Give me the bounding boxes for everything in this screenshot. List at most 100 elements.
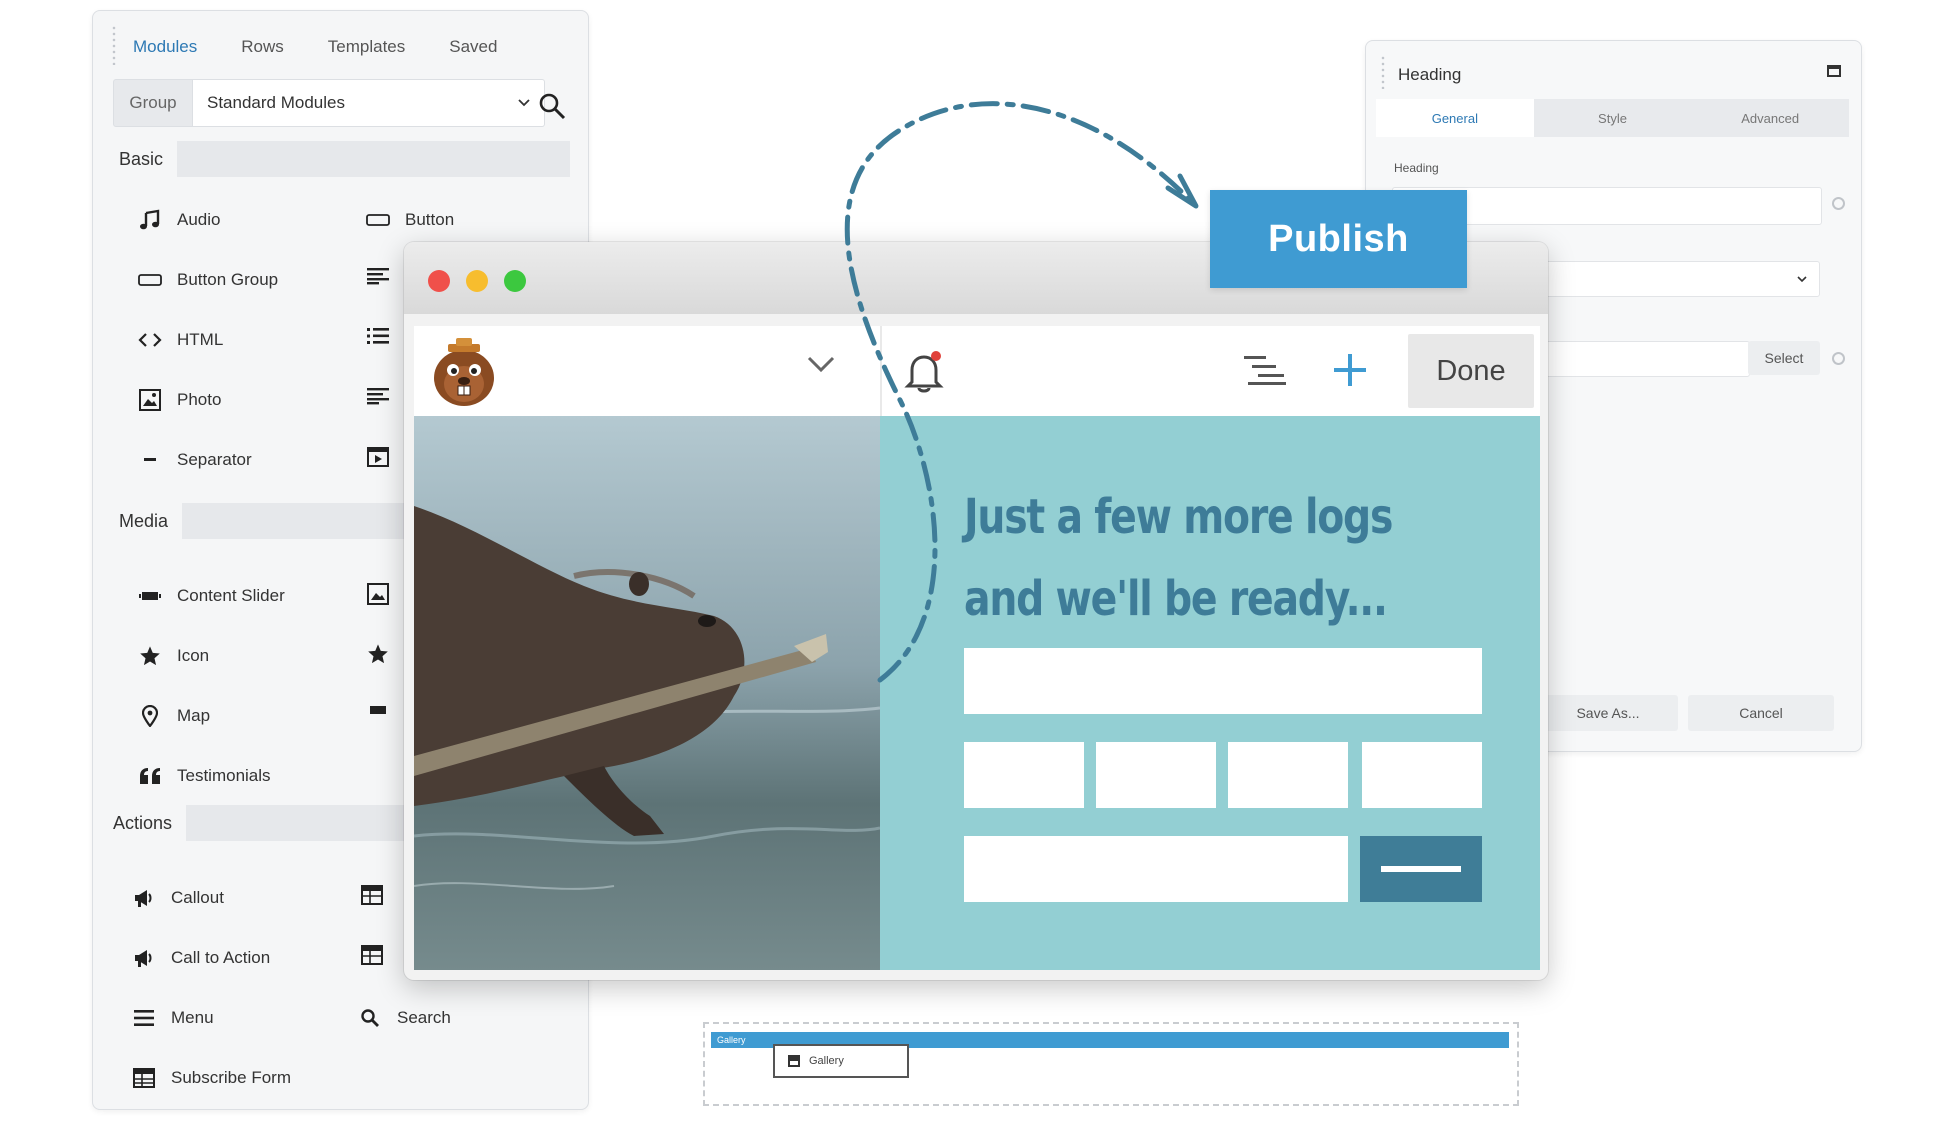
add-icon[interactable] [1332,352,1368,388]
gallery-icon [367,583,389,610]
module-label: Callout [171,888,224,907]
module-photo[interactable]: Photo [137,387,221,413]
section-basic[interactable]: Basic [105,141,570,177]
drag-handle[interactable] [1380,55,1386,89]
group-dropdown[interactable]: Standard Modules [193,79,545,127]
module-label: Menu [171,1008,214,1027]
search-icon [357,1005,383,1031]
module-label: Icon [177,646,210,665]
module-testimonials[interactable]: Testimonials [137,763,271,789]
module-separator[interactable]: Separator [137,447,252,473]
megaphone-icon [131,945,157,971]
headline-line-2: and we'll be ready... [964,571,1388,627]
minimize-icon[interactable] [1827,65,1841,77]
hamburger-icon [131,1005,157,1031]
headline-line-1: Just a few more logs [964,489,1393,545]
tab-saved[interactable]: Saved [449,37,497,57]
module-button[interactable]: Button [365,207,454,233]
quote-icon [137,763,163,789]
form-field-small[interactable] [1096,742,1216,808]
connection-dot-icon[interactable] [1832,197,1845,210]
submit-button[interactable] [1360,836,1482,902]
list-icon [367,327,389,350]
module-label: HTML [177,330,224,349]
gallery-item-label: Gallery [809,1055,844,1067]
module-label: Map [177,706,211,725]
signup-form-area: Just a few more logs and we'll be ready.… [880,416,1540,970]
group-label: Group [113,79,193,127]
beaver-logo-icon[interactable] [426,334,502,410]
tab-style[interactable]: Style [1533,99,1692,137]
module-html[interactable]: HTML [137,327,223,353]
publish-button[interactable]: Publish [1210,190,1467,288]
module-search[interactable]: Search [357,1005,451,1031]
table-icon [361,945,383,970]
module-label: Subscribe Form [171,1068,291,1087]
module-audio[interactable]: Audio [137,207,220,233]
text-lines-icon [367,267,389,290]
select-button[interactable]: Select [1748,341,1820,375]
module-icon[interactable]: Icon [137,643,209,669]
group-selector: Group Standard Modules [113,79,545,127]
form-field-small[interactable] [1362,742,1482,808]
module-label: Button Group [177,270,279,289]
video-icon [367,447,389,472]
megaphone-icon [131,885,157,911]
map-pin-icon [137,703,163,729]
table-icon [131,1065,157,1091]
close-icon[interactable] [428,270,450,292]
module-label: Button [405,210,455,229]
slider-icon [367,703,389,721]
section-basic-label: Basic [105,141,178,177]
bell-icon[interactable] [904,348,944,394]
chevron-down-icon [518,99,530,107]
module-label: Call to Action [171,948,271,967]
module-call-to-action[interactable]: Call to Action [131,945,270,971]
maximize-icon[interactable] [504,270,526,292]
connection-dot-icon[interactable] [1832,352,1845,365]
beaver-illustration [414,416,880,970]
photo-icon [137,387,163,413]
module-label: Content Slider [177,586,285,605]
done-button[interactable]: Done [1408,334,1534,408]
module-callout[interactable]: Callout [131,885,224,911]
browser-window: Done Just a few more logs and we'll be r… [404,242,1548,980]
group-dropdown-value: Standard Modules [207,93,345,112]
settings-tabs: General Style Advanced [1376,99,1850,137]
tab-rows[interactable]: Rows [241,37,284,57]
module-content-slider[interactable]: Content Slider [137,583,285,609]
form-field-small[interactable] [1228,742,1348,808]
tab-templates[interactable]: Templates [328,37,405,57]
tab-advanced[interactable]: Advanced [1691,99,1850,137]
module-label: Separator [177,450,252,469]
form-field-small[interactable] [964,742,1084,808]
form-field-wide[interactable] [964,648,1482,714]
headline: Just a few more logs and we'll be ready.… [964,476,1393,640]
module-label: Photo [177,390,222,409]
module-label: Audio [177,210,221,229]
code-icon [137,327,163,353]
panel-tabs: Modules Rows Templates Saved [133,37,497,57]
module-menu[interactable]: Menu [131,1005,214,1031]
button-icon [137,267,163,293]
section-media-label: Media [105,503,183,539]
section-actions-label: Actions [105,805,187,841]
gallery-icon [788,1055,800,1067]
search-icon[interactable] [537,91,567,121]
chevron-down-icon[interactable] [806,354,836,374]
builder-toolbar: Done [414,326,1540,416]
tab-modules[interactable]: Modules [133,37,197,57]
button-icon [365,207,391,233]
module-subscribe-form[interactable]: Subscribe Form [131,1065,291,1091]
form-field-email[interactable] [964,836,1348,902]
outline-icon[interactable] [1244,354,1286,386]
minimize-icon[interactable] [466,270,488,292]
save-as-button[interactable]: Save As... [1538,695,1678,731]
module-map[interactable]: Map [137,703,210,729]
cancel-button[interactable]: Cancel [1688,695,1834,731]
tab-general[interactable]: General [1376,99,1534,137]
module-button-group[interactable]: Button Group [137,267,278,293]
beaver-photo [414,416,880,970]
drag-handle[interactable] [111,25,117,65]
gallery-module-drag[interactable]: Gallery [773,1044,909,1078]
